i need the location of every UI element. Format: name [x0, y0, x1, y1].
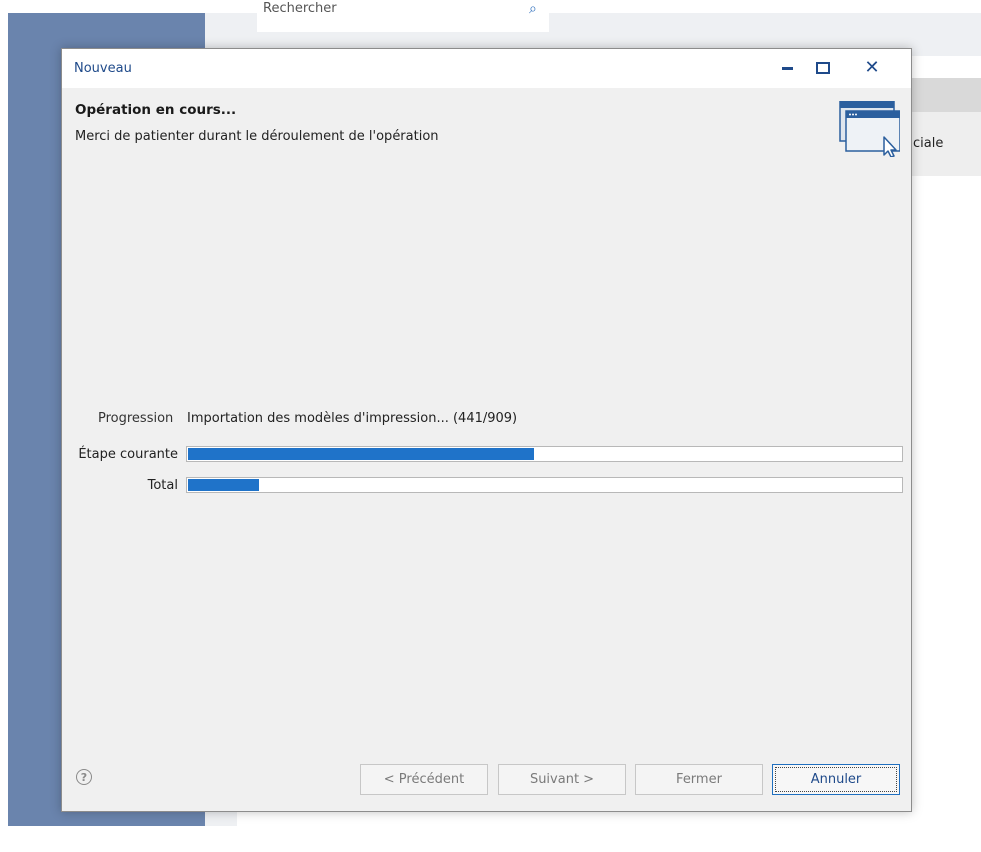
previous-button[interactable]: < Précédent	[360, 764, 488, 795]
background-search-box[interactable]: Rechercher ⌕	[257, 0, 549, 32]
wizard-dialog: Nouveau ✕ Opération en cours... Merci de…	[61, 48, 912, 812]
cancel-button[interactable]: Annuler	[772, 764, 900, 795]
next-button[interactable]: Suivant >	[498, 764, 626, 795]
dialog-title: Nouveau	[74, 61, 132, 76]
current-step-progress-fill	[188, 448, 534, 460]
minimize-button[interactable]	[769, 53, 805, 83]
minimize-icon	[781, 66, 793, 70]
current-step-label: Étape courante	[78, 447, 178, 462]
window-cursor-icon	[839, 101, 900, 157]
total-progress-bar	[186, 477, 903, 493]
progress-label: Progression	[98, 411, 174, 426]
close-button[interactable]: Fermer	[635, 764, 763, 795]
background-tile-label: ciale	[913, 136, 944, 151]
page-subtitle: Merci de patienter durant le déroulement…	[75, 129, 439, 144]
close-icon: ✕	[864, 57, 880, 78]
current-step-progress-bar	[186, 446, 903, 462]
background-header-band	[905, 78, 981, 112]
cancel-button-label: Annuler	[775, 767, 897, 792]
dialog-titlebar[interactable]: Nouveau ✕	[62, 49, 911, 88]
close-window-button[interactable]: ✕	[854, 53, 890, 83]
total-progress-fill	[188, 479, 260, 491]
background-tile[interactable]: ciale	[905, 112, 981, 176]
total-label: Total	[147, 478, 178, 493]
page-title: Opération en cours...	[75, 102, 237, 118]
maximize-button[interactable]	[805, 53, 841, 83]
search-icon[interactable]: ⌕	[529, 2, 537, 16]
search-placeholder: Rechercher	[263, 1, 337, 16]
progress-status-text: Importation des modèles d'impression... …	[187, 411, 518, 426]
help-icon[interactable]: ?	[76, 769, 92, 785]
maximize-icon	[816, 62, 830, 74]
